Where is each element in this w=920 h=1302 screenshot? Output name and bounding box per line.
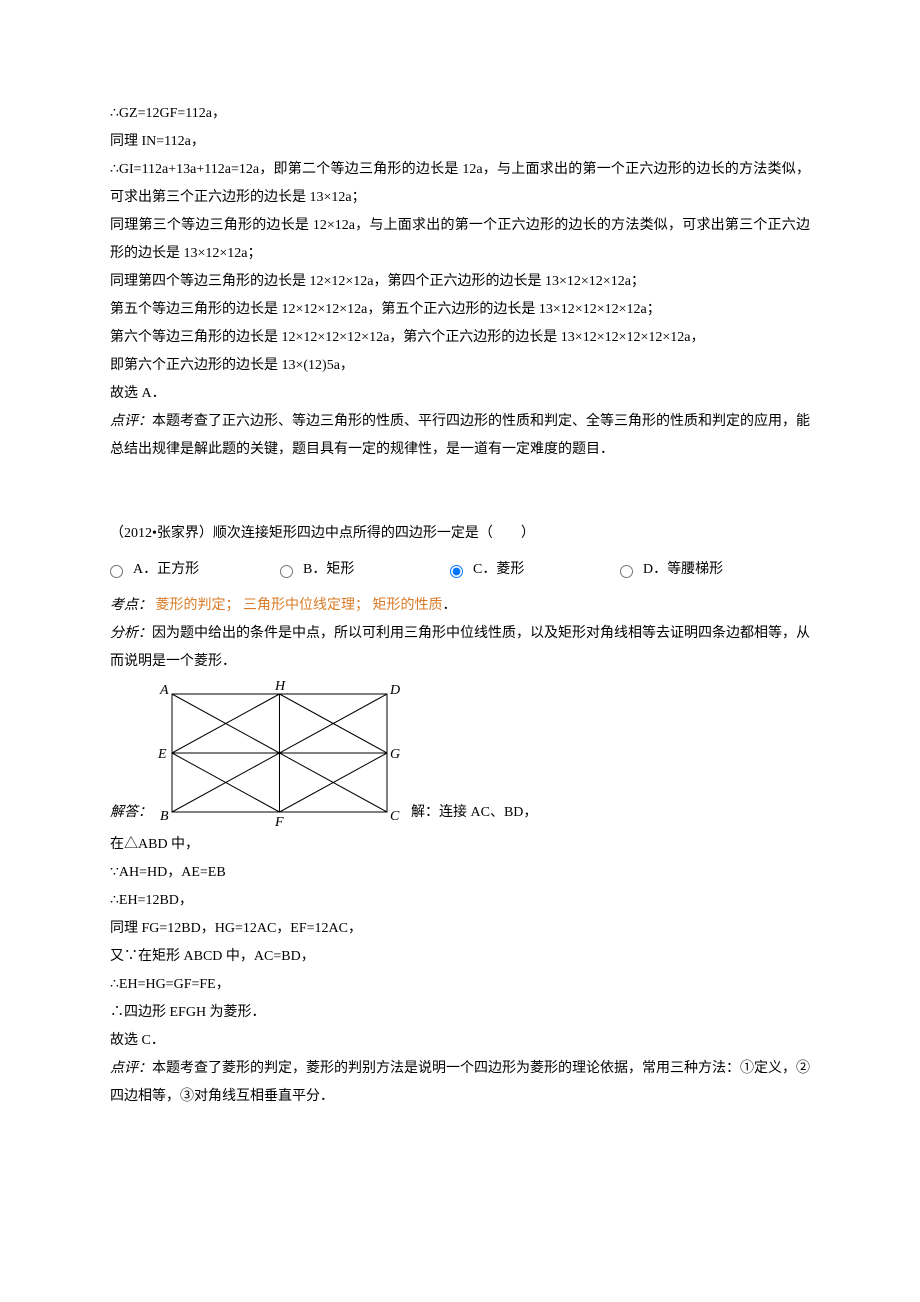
kaodian-link[interactable]: 三角形中位线定理 <box>243 598 355 613</box>
proof-line: 即第六个正六边形的边长是 13×(12)5a， <box>110 352 810 380</box>
conclusion-line: 故选 C． <box>110 1027 810 1055</box>
solution-step: 同理 FG=12BD，HG=12AC，EF=12AC， <box>110 915 810 943</box>
svg-text:G: G <box>390 747 400 762</box>
solution-step: 在△ABD 中， <box>110 831 810 859</box>
conclusion-line: 故选 A． <box>110 380 810 408</box>
kaodian-link[interactable]: 矩形的性质 <box>373 598 443 613</box>
svg-text:F: F <box>274 815 284 830</box>
solution-step: ∴EH=12BD， <box>110 887 810 915</box>
proof-line: 同理 IN=112a， <box>110 128 810 156</box>
option-d-label: D．等腰梯形 <box>643 556 723 584</box>
fenxi-line: 分析：因为题中给出的条件是中点，所以可利用三角形中位线性质，以及矩形对角线相等去… <box>110 620 810 676</box>
svg-text:B: B <box>160 809 169 824</box>
jieda-label: 解答： <box>110 799 152 831</box>
svg-text:E: E <box>157 747 167 762</box>
kaodian-link[interactable]: 菱形的判定 <box>156 598 226 613</box>
svg-text:C: C <box>390 809 400 824</box>
kaodian-label: 考点： <box>110 598 152 613</box>
option-b[interactable]: B．矩形 <box>280 556 450 584</box>
radio-c[interactable] <box>450 565 463 578</box>
section-gap <box>110 464 810 492</box>
svg-text:A: A <box>159 683 169 698</box>
fenxi-label: 分析： <box>110 626 152 641</box>
options-row: A．正方形 B．矩形 C．菱形 D．等腰梯形 <box>110 556 810 584</box>
solution-step: 又∵在矩形 ABCD 中，AC=BD， <box>110 943 810 971</box>
radio-d[interactable] <box>620 565 633 578</box>
solution-step: ∴四边形 EFGH 为菱形． <box>110 999 810 1027</box>
option-c[interactable]: C．菱形 <box>450 556 620 584</box>
geometry-figure: A H D E G B F C <box>152 676 407 831</box>
comment-line: 点评：本题考查了菱形的判定，菱形的判别方法是说明一个四边形为菱形的理论依据，常用… <box>110 1055 810 1111</box>
section-gap <box>110 492 810 520</box>
jieda-start-text: 解：连接 AC、BD， <box>411 799 537 831</box>
proof-line: 同理第三个等边三角形的边长是 12×12a，与上面求出的第一个正六边形的边长的方… <box>110 212 810 268</box>
option-b-label: B．矩形 <box>303 556 354 584</box>
radio-a[interactable] <box>110 565 123 578</box>
solution-step: ∴EH=HG=GF=FE， <box>110 971 810 999</box>
option-a[interactable]: A．正方形 <box>110 556 280 584</box>
proof-line: 第五个等边三角形的边长是 12×12×12×12a，第五个正六边形的边长是 13… <box>110 296 810 324</box>
proof-line: 第六个等边三角形的边长是 12×12×12×12×12a，第六个正六边形的边长是… <box>110 324 810 352</box>
comment-label: 点评： <box>110 414 152 429</box>
proof-line: 同理第四个等边三角形的边长是 12×12×12a，第四个正六边形的边长是 13×… <box>110 268 810 296</box>
kaodian-line: 考点： 菱形的判定； 三角形中位线定理； 矩形的性质． <box>110 592 810 620</box>
dianping-label: 点评： <box>110 1061 152 1076</box>
svg-text:D: D <box>389 683 400 698</box>
solution-step: ∵AH=HD，AE=EB <box>110 859 810 887</box>
option-d[interactable]: D．等腰梯形 <box>620 556 723 584</box>
option-a-label: A．正方形 <box>133 556 199 584</box>
option-c-label: C．菱形 <box>473 556 524 584</box>
svg-text:H: H <box>274 679 286 694</box>
proof-line: ∴GI=112a+13a+112a=12a，即第二个等边三角形的边长是 12a，… <box>110 156 810 212</box>
proof-line: ∴GZ=12GF=112a， <box>110 100 810 128</box>
radio-b[interactable] <box>280 565 293 578</box>
comment-line: 点评：本题考查了正六边形、等边三角形的性质、平行四边形的性质和判定、全等三角形的… <box>110 408 810 464</box>
question-text: （2012•张家界）顺次连接矩形四边中点所得的四边形一定是（ ） <box>110 520 810 548</box>
jieda-line: 解答： A H D E G B F C <box>110 676 810 831</box>
